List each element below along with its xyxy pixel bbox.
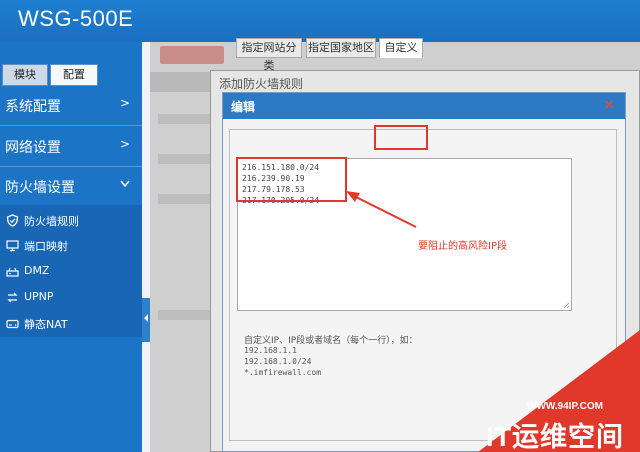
sidebar-item-upnp[interactable]: UPNP: [6, 286, 136, 310]
chevron-right-icon: >: [119, 96, 130, 110]
sidebar-item-firewall-settings[interactable]: 防火墙设置: [0, 167, 142, 207]
sidebar-item-firewall-rules[interactable]: 防火墙规则: [6, 209, 136, 233]
tab-website-category[interactable]: 指定网站分类: [236, 38, 302, 72]
app-title: WSG-500E: [18, 6, 134, 31]
sidebar-item-network-settings[interactable]: 网络设置 >: [0, 127, 142, 167]
tab-custom[interactable]: 自定义: [379, 38, 423, 58]
exchange-icon: [7, 292, 18, 303]
annotation-box-ip-list: [236, 157, 347, 202]
hdd-icon: [6, 319, 19, 329]
table-row: [158, 154, 218, 164]
add-rule-button: [160, 46, 224, 64]
chevron-right-icon: >: [119, 137, 130, 151]
sidebar-item-label: 防火墙设置: [5, 180, 75, 196]
annotation-arrow-icon: [346, 191, 417, 228]
sidebar-item-port-mapping[interactable]: 端口映射: [6, 234, 136, 258]
table-row: [158, 310, 218, 320]
chevron-down-icon: [120, 177, 130, 191]
sidebar-item-static-nat[interactable]: 静态NAT: [6, 312, 136, 336]
sidebar-item-label: 网络设置: [5, 140, 61, 156]
chevron-left-icon: [144, 314, 148, 322]
top-header: WSG-500E: [0, 0, 640, 42]
dialog-title-bar: 编辑 ×: [223, 93, 625, 119]
annotation-text: 要阻止的高风险IP段: [418, 241, 507, 252]
sidebar-item-label: 端口映射: [24, 240, 68, 253]
tab-config[interactable]: 配置: [50, 64, 98, 86]
sidebar: 模块 配置 系统配置 > 网络设置 > 防火墙设置 防火墙规则 端口映射 DMZ…: [0, 42, 142, 452]
close-icon[interactable]: ×: [603, 97, 615, 113]
table-row: [158, 114, 218, 124]
dialog-title: 编辑: [231, 100, 256, 114]
monitor-icon: [6, 240, 19, 252]
sidebar-item-label: DMZ: [24, 264, 50, 277]
router-icon: [6, 267, 19, 277]
sidebar-item-label: 系统配置: [5, 99, 61, 115]
sidebar-item-system-config[interactable]: 系统配置 >: [0, 86, 142, 126]
tab-modules[interactable]: 模块: [2, 64, 48, 86]
sidebar-item-label: 防火墙规则: [24, 215, 79, 228]
sidebar-item-dmz[interactable]: DMZ: [6, 260, 136, 284]
shield-icon: [6, 214, 19, 227]
custom-hint-title: 自定义IP、IP段或者域名（每个一行），如：: [244, 336, 418, 346]
watermark-text: IT运维空间: [486, 422, 624, 452]
table-row: [158, 194, 218, 204]
tab-country-region[interactable]: 指定国家地区: [306, 38, 376, 58]
hint-example: 192.168.1.1: [244, 346, 297, 355]
hint-example: *.imfirewall.com: [244, 368, 322, 377]
watermark-url: WWW.94IP.COM: [527, 401, 603, 412]
sidebar-item-label: 静态NAT: [24, 318, 68, 331]
firewall-submenu: 防火墙规则 端口映射 DMZ UPNP 静态NAT: [0, 205, 142, 337]
modal-title: 添加防火墙规则: [219, 77, 304, 91]
sidebar-collapse-handle[interactable]: [142, 298, 150, 342]
hint-example: 192.168.1.0/24: [244, 357, 312, 366]
sidebar-tabs: 模块 配置: [0, 64, 142, 86]
annotation-box-custom-tab: [374, 125, 428, 150]
sidebar-item-label: UPNP: [24, 290, 54, 303]
resize-handle-icon[interactable]: [562, 301, 570, 309]
